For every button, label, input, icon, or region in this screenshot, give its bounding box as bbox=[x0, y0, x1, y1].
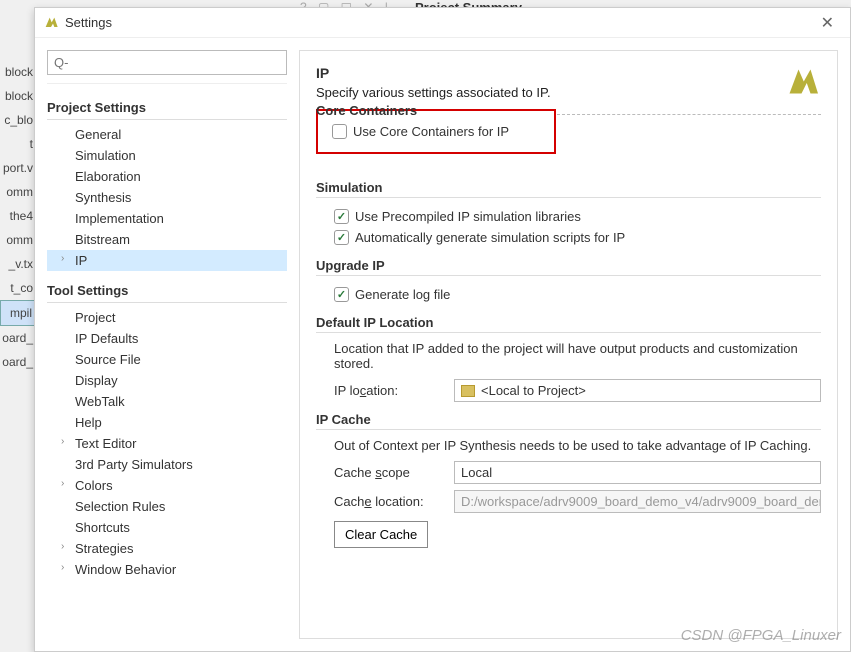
tree-item-implementation[interactable]: Implementation bbox=[47, 208, 287, 229]
tree-item-text-editor[interactable]: ›Text Editor bbox=[47, 433, 287, 454]
tree-item-display[interactable]: Display bbox=[47, 370, 287, 391]
ip-cache-title: IP Cache bbox=[316, 412, 821, 427]
tree-item-window-behavior[interactable]: ›Window Behavior bbox=[47, 559, 287, 580]
tree-item-selection-rules[interactable]: Selection Rules bbox=[47, 496, 287, 517]
use-core-containers-label: Use Core Containers for IP bbox=[353, 124, 509, 139]
tree-section-header: Project Settings bbox=[47, 94, 287, 120]
tree-item-webtalk[interactable]: WebTalk bbox=[47, 391, 287, 412]
tree-item-elaboration[interactable]: Elaboration bbox=[47, 166, 287, 187]
default-ip-location-desc: Location that IP added to the project wi… bbox=[334, 341, 821, 371]
tree-item-simulation[interactable]: Simulation bbox=[47, 145, 287, 166]
upgrade-ip-title: Upgrade IP bbox=[316, 258, 821, 273]
cache-location-label: Cache location: bbox=[334, 494, 444, 509]
tree-item-ip-defaults[interactable]: IP Defaults bbox=[47, 328, 287, 349]
tree-item-synthesis[interactable]: Synthesis bbox=[47, 187, 287, 208]
tree-item-shortcuts[interactable]: Shortcuts bbox=[47, 517, 287, 538]
search-input[interactable] bbox=[47, 50, 287, 75]
chevron-right-icon: › bbox=[61, 478, 64, 489]
default-ip-location-title: Default IP Location bbox=[316, 315, 821, 330]
generate-log-checkbox[interactable] bbox=[334, 287, 349, 302]
precompiled-sim-checkbox[interactable] bbox=[334, 209, 349, 224]
tree-item-source-file[interactable]: Source File bbox=[47, 349, 287, 370]
cache-scope-combo[interactable]: Local bbox=[454, 461, 821, 484]
ip-location-combo[interactable]: <Local to Project> bbox=[454, 379, 821, 402]
cache-scope-label: Cache scope bbox=[334, 465, 444, 480]
tree-item-3rd-party-simulators[interactable]: 3rd Party Simulators bbox=[47, 454, 287, 475]
chevron-right-icon: › bbox=[61, 541, 64, 552]
vivado-logo-icon bbox=[43, 15, 59, 31]
tree-item-strategies[interactable]: ›Strategies bbox=[47, 538, 287, 559]
tree-item-ip[interactable]: ›IP bbox=[47, 250, 287, 271]
cache-location-input[interactable]: D:/workspace/adrv9009_board_demo_v4/adrv… bbox=[454, 490, 821, 513]
chevron-right-icon: › bbox=[61, 436, 64, 447]
vivado-logo-large-icon bbox=[785, 65, 821, 101]
settings-content-panel: IP Specify various settings associated t… bbox=[299, 50, 838, 639]
auto-sim-scripts-checkbox[interactable] bbox=[334, 230, 349, 245]
folder-icon bbox=[461, 385, 475, 397]
settings-tree: Project Settings GeneralSimulationElabora… bbox=[47, 83, 287, 639]
panel-heading: IP bbox=[316, 65, 785, 81]
settings-tree-panel: Project Settings GeneralSimulationElabora… bbox=[47, 50, 287, 639]
bg-file-list: blockblockc_blotport.vommthe4omm_v.txt_c… bbox=[0, 60, 35, 374]
chevron-right-icon: › bbox=[61, 253, 64, 264]
tree-item-help[interactable]: Help bbox=[47, 412, 287, 433]
dialog-title: Settings bbox=[65, 15, 813, 30]
tree-item-general[interactable]: General bbox=[47, 124, 287, 145]
use-core-containers-checkbox[interactable] bbox=[332, 124, 347, 139]
generate-log-label: Generate log file bbox=[355, 287, 450, 302]
dialog-titlebar: Settings ✕ bbox=[35, 8, 850, 38]
ip-location-label: IP location: bbox=[334, 383, 444, 398]
tree-item-project[interactable]: Project bbox=[47, 307, 287, 328]
auto-sim-scripts-label: Automatically generate simulation script… bbox=[355, 230, 625, 245]
precompiled-sim-label: Use Precompiled IP simulation libraries bbox=[355, 209, 581, 224]
tree-item-bitstream[interactable]: Bitstream bbox=[47, 229, 287, 250]
ip-cache-desc: Out of Context per IP Synthesis needs to… bbox=[334, 438, 821, 453]
panel-subheading: Specify various settings associated to I… bbox=[316, 85, 785, 100]
clear-cache-button[interactable]: Clear Cache bbox=[334, 521, 428, 548]
tree-section-header: Tool Settings bbox=[47, 277, 287, 303]
tree-item-colors[interactable]: ›Colors bbox=[47, 475, 287, 496]
settings-dialog: Settings ✕ Project SettingsGeneralSimula… bbox=[34, 7, 851, 652]
core-containers-title: Core Containers bbox=[316, 103, 417, 118]
close-icon[interactable]: ✕ bbox=[813, 13, 842, 33]
simulation-title: Simulation bbox=[316, 180, 821, 195]
chevron-right-icon: › bbox=[61, 562, 64, 573]
